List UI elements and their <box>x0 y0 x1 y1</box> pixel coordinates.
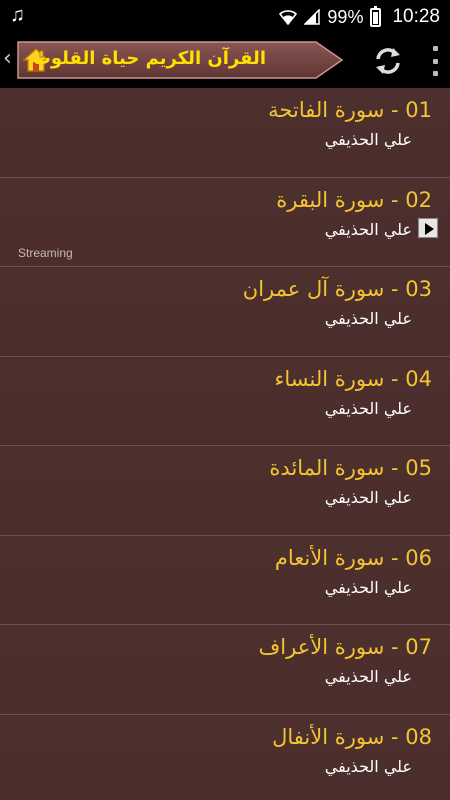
reciter-name: علي الحذيفي <box>324 130 412 149</box>
refresh-icon[interactable] <box>370 43 406 79</box>
list-item[interactable]: 08 - سورة الأنفال علي الحذيفي <box>0 714 450 800</box>
overflow-menu-icon[interactable] <box>430 46 440 76</box>
list-item[interactable]: 03 - سورة آل عمران علي الحذيفي <box>0 267 450 357</box>
surah-list: 01 - سورة الفاتحة علي الحذيفي 02 - سورة … <box>0 88 450 800</box>
list-item[interactable]: 06 - سورة الأنعام علي الحذيفي <box>0 535 450 625</box>
clock: 10:28 <box>392 6 440 27</box>
back-chevron-icon[interactable]: ‹ <box>3 46 12 71</box>
surah-title: 04 - سورة النساء <box>274 366 432 391</box>
app-bar: ‹ القرآن الكريم حياة القلوب <box>0 32 450 88</box>
title-banner: القرآن الكريم حياة القلوب <box>16 40 344 80</box>
reciter-name: علي الحذيفي <box>324 219 412 239</box>
status-indicators: 99% 10:28 <box>279 5 440 28</box>
surah-title: 03 - سورة آل عمران <box>242 277 432 301</box>
music-note-icon: ♫ <box>10 4 25 26</box>
battery-icon <box>370 5 382 27</box>
reciter-name: علي الحذيفي <box>324 309 412 328</box>
reciter-name: علي الحذيفي <box>324 398 412 418</box>
app-title: القرآن الكريم حياة القلوب <box>32 48 266 69</box>
list-item[interactable]: 04 - سورة النساء علي الحذيفي <box>0 356 450 446</box>
surah-title: 02 - سورة البقرة <box>276 187 432 212</box>
reciter-name: علي الحذيفي <box>324 488 412 507</box>
status-bar: ♫ 99% 10:28 <box>0 0 450 32</box>
surah-title: 08 - سورة الأنفال <box>272 724 432 749</box>
reciter-name: علي الحذيفي <box>324 756 412 776</box>
reciter-name: علي الحذيفي <box>324 577 412 597</box>
wifi-icon <box>279 9 298 25</box>
signal-icon <box>304 9 321 25</box>
list-item[interactable]: 05 - سورة المائدة علي الحذيفي <box>0 446 450 536</box>
surah-title: 06 - سورة الأنعام <box>274 545 432 570</box>
battery-percent: 99% <box>327 6 364 27</box>
reciter-name: علي الحذيفي <box>324 667 412 686</box>
surah-title: 07 - سورة الأعراف <box>258 635 432 659</box>
list-item[interactable]: 02 - سورة البقرة علي الحذيفي Streaming <box>0 177 450 267</box>
streaming-status: Streaming <box>18 245 73 260</box>
surah-title: 05 - سورة المائدة <box>269 456 432 480</box>
surah-title: 01 - سورة الفاتحة <box>268 98 432 122</box>
list-item[interactable]: 07 - سورة الأعراف علي الحذيفي <box>0 625 450 715</box>
play-icon[interactable] <box>418 217 438 238</box>
list-item[interactable]: 01 - سورة الفاتحة علي الحذيفي <box>0 88 450 178</box>
